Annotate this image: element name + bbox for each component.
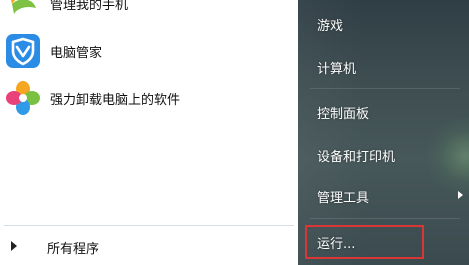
divider — [4, 225, 294, 226]
program-item-uninstaller[interactable]: 强力卸载电脑上的软件 — [0, 77, 298, 117]
submenu-arrow-icon — [458, 191, 463, 199]
all-programs-label: 所有程序 — [47, 242, 100, 257]
programs-pane: 管理我的手机 电脑管家 强力卸载电脑上的软件 所有程序 — [0, 0, 298, 265]
menu-item-control-panel[interactable]: 控制面板 — [298, 96, 469, 126]
program-item-phone-manager[interactable]: 管理我的手机 — [0, 0, 298, 20]
phone-manager-icon — [4, 0, 42, 20]
divider — [310, 88, 460, 89]
divider — [310, 218, 460, 219]
menu-item-label: 设备和打印机 — [317, 150, 396, 165]
menu-item-admin-tools[interactable]: 管理工具 — [298, 180, 469, 210]
menu-item-label: 计算机 — [317, 62, 357, 77]
right-arrow-icon — [11, 241, 17, 251]
menu-item-label: 控制面板 — [317, 107, 370, 122]
program-label: 电脑管家 — [50, 46, 103, 61]
all-programs-button[interactable]: 所有程序 — [0, 227, 298, 265]
menu-item-label: 管理工具 — [317, 191, 370, 206]
program-item-pc-manager[interactable]: 电脑管家 — [0, 30, 298, 70]
menu-item-devices-printers[interactable]: 设备和打印机 — [298, 139, 469, 169]
menu-item-label: 游戏 — [317, 19, 344, 34]
pc-manager-shield-icon — [4, 32, 42, 70]
highlight-box — [305, 225, 424, 259]
start-menu: 管理我的手机 电脑管家 强力卸载电脑上的软件 所有程序 游戏 计算机 控制面板 … — [0, 0, 469, 265]
uninstaller-clover-icon — [4, 79, 42, 117]
menu-item-computer[interactable]: 计算机 — [298, 51, 469, 81]
program-label: 管理我的手机 — [50, 0, 129, 13]
menu-item-games[interactable]: 游戏 — [298, 8, 469, 38]
program-label: 强力卸载电脑上的软件 — [50, 93, 181, 108]
